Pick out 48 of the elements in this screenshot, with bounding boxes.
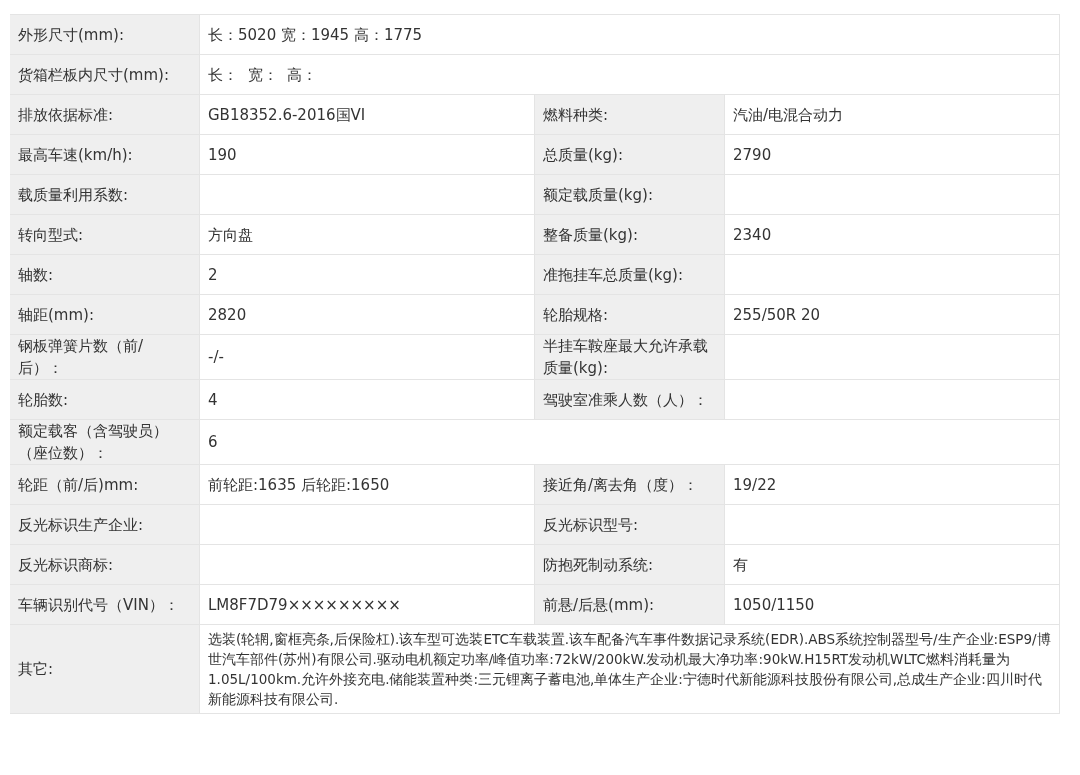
value-cell: 190 [200,135,535,175]
value-cell: 255/50R 20 [725,295,1060,335]
label-cell: 其它: [10,625,200,714]
value-cell: 长： 宽： 高： [200,55,1060,95]
label-cell: 燃料种类: [535,95,725,135]
value-cell: 方向盘 [200,215,535,255]
value-cell: 汽油/电混合动力 [725,95,1060,135]
label-cell: 轴数: [10,255,200,295]
label-cell: 车辆识别代号（VIN）： [10,585,200,625]
value-cell: 4 [200,380,535,420]
label-cell: 转向型式: [10,215,200,255]
label-cell: 最高车速(km/h): [10,135,200,175]
value-cell: 选装(轮辋,窗框亮条,后保险杠).该车型可选装ETC车载装置.该车配备汽车事件数据记录系统(EDR).ABS系统控制器型号/生产企业:ESP9/博世汽车部件(苏州)有限公司.驱动电机额定功率/峰值功率:72kW/200kW.发动机最大净功率:90kW.H15RT发动机WLTC燃料消耗量为1.05L/100km.允许外接充电.储能装置种类:三元锂离子蓄电池,单体生产企业:宁德时代新能源科技股份有限公司,总成生产企业:四川时代新能源科技有限公司. [200,625,1060,714]
label-cell: 反光标识商标: [10,545,200,585]
label-cell: 排放依据标准: [10,95,200,135]
label-cell: 整备质量(kg): [535,215,725,255]
label-cell: 驾驶室准乘人数（人）： [535,380,725,420]
value-cell: -/- [200,335,535,380]
label-cell: 钢板弹簧片数（前/后）： [10,335,200,380]
value-cell: 前轮距:1635 后轮距:1650 [200,465,535,505]
label-cell: 反光标识型号: [535,505,725,545]
label-cell: 载质量利用系数: [10,175,200,215]
label-cell: 轮胎规格: [535,295,725,335]
label-cell: 货箱栏板内尺寸(mm): [10,55,200,95]
label-cell: 准拖挂车总质量(kg): [535,255,725,295]
value-cell: 长：5020 宽：1945 高：1775 [200,15,1060,55]
label-cell: 额定载质量(kg): [535,175,725,215]
label-cell: 反光标识生产企业: [10,505,200,545]
label-cell: 轮胎数: [10,380,200,420]
value-cell: GB18352.6-2016国VI [200,95,535,135]
label-cell: 轴距(mm): [10,295,200,335]
value-cell: 2820 [200,295,535,335]
value-cell: LM8F7D79××××××××× [200,585,535,625]
label-cell: 半挂车鞍座最大允许承载质量(kg): [535,335,725,380]
value-cell: 2340 [725,215,1060,255]
label-cell: 前悬/后悬(mm): [535,585,725,625]
value-cell: 1050/1150 [725,585,1060,625]
value-cell: 有 [725,545,1060,585]
label-cell: 外形尺寸(mm): [10,15,200,55]
label-cell: 接近角/离去角（度）： [535,465,725,505]
label-cell: 总质量(kg): [535,135,725,175]
value-cell: 2 [200,255,535,295]
value-cell: 2790 [725,135,1060,175]
label-cell: 额定载客（含驾驶员）（座位数）： [10,420,200,465]
value-cell: 6 [200,420,1060,465]
label-cell: 防抱死制动系统: [535,545,725,585]
label-cell: 轮距（前/后)mm: [10,465,200,505]
value-cell: 19/22 [725,465,1060,505]
